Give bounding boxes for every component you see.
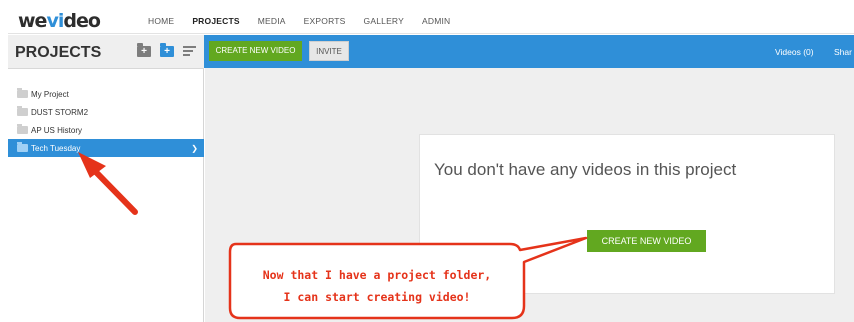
red-arrow-icon [78,152,138,215]
annotation-line-2: I can start creating video! [283,290,471,304]
annotation-text: Now that I have a project folder, I can … [232,264,522,308]
annotation-line-1: Now that I have a project folder, [262,268,492,282]
